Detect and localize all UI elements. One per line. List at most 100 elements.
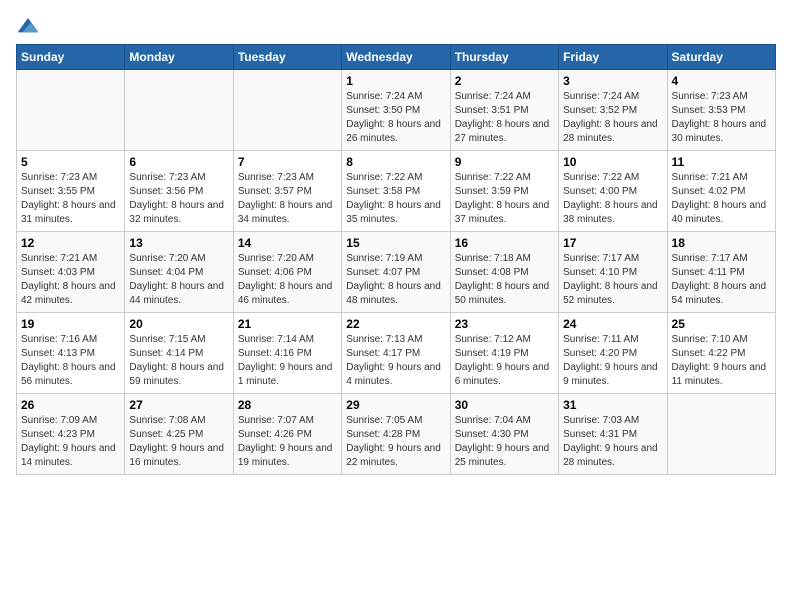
day-info: Sunrise: 7:23 AM Sunset: 3:56 PM Dayligh… — [129, 171, 228, 227]
logo — [16, 16, 44, 36]
day-number: 6 — [129, 155, 228, 169]
day-info: Sunrise: 7:22 AM Sunset: 3:58 PM Dayligh… — [346, 171, 445, 227]
calendar-cell — [17, 70, 125, 151]
day-info: Sunrise: 7:23 AM Sunset: 3:53 PM Dayligh… — [672, 90, 771, 146]
calendar-cell: 23 Sunrise: 7:12 AM Sunset: 4:19 PM Dayli… — [450, 313, 558, 394]
calendar-cell: 26 Sunrise: 7:09 AM Sunset: 4:23 PM Dayli… — [17, 394, 125, 475]
day-info: Sunrise: 7:10 AM Sunset: 4:22 PM Dayligh… — [672, 333, 771, 389]
calendar-cell: 4 Sunrise: 7:23 AM Sunset: 3:53 PM Daylig… — [667, 70, 775, 151]
day-info: Sunrise: 7:07 AM Sunset: 4:26 PM Dayligh… — [238, 414, 337, 470]
day-number: 10 — [563, 155, 662, 169]
day-number: 7 — [238, 155, 337, 169]
calendar-cell: 20 Sunrise: 7:15 AM Sunset: 4:14 PM Dayli… — [125, 313, 233, 394]
weekday-header-sunday: Sunday — [17, 45, 125, 70]
day-number: 31 — [563, 398, 662, 412]
calendar-cell — [233, 70, 341, 151]
calendar-cell: 14Sunrise: 7:20 AM Sunset: 4:06 PM Dayli… — [233, 232, 341, 313]
day-number: 2 — [455, 74, 554, 88]
calendar-cell: 22 Sunrise: 7:13 AM Sunset: 4:17 PM Dayli… — [342, 313, 450, 394]
day-number: 5 — [21, 155, 120, 169]
calendar-cell: 10 Sunrise: 7:22 AM Sunset: 4:00 PM Dayli… — [559, 151, 667, 232]
weekday-header-monday: Monday — [125, 45, 233, 70]
day-number: 28 — [238, 398, 337, 412]
calendar-cell: 11 Sunrise: 7:21 AM Sunset: 4:02 PM Dayli… — [667, 151, 775, 232]
calendar-cell: 1 Sunrise: 7:24 AM Sunset: 3:50 PM Daylig… — [342, 70, 450, 151]
day-number: 15 — [346, 236, 445, 250]
weekday-header-wednesday: Wednesday — [342, 45, 450, 70]
calendar-cell: 19 Sunrise: 7:16 AM Sunset: 4:13 PM Dayli… — [17, 313, 125, 394]
calendar-cell: 12 Sunrise: 7:21 AM Sunset: 4:03 PM Dayli… — [17, 232, 125, 313]
day-number: 24 — [563, 317, 662, 331]
day-info: Sunrise: 7:23 AM Sunset: 3:57 PM Dayligh… — [238, 171, 337, 227]
day-number: 30 — [455, 398, 554, 412]
day-number: 12 — [21, 236, 120, 250]
day-info: Sunrise: 7:11 AM Sunset: 4:20 PM Dayligh… — [563, 333, 662, 389]
calendar-cell — [125, 70, 233, 151]
day-info: Sunrise: 7:18 AM Sunset: 4:08 PM Dayligh… — [455, 252, 554, 308]
header — [16, 16, 776, 36]
day-info: Sunrise: 7:23 AM Sunset: 3:55 PM Dayligh… — [21, 171, 120, 227]
day-number: 4 — [672, 74, 771, 88]
day-number: 16 — [455, 236, 554, 250]
calendar-cell: 5 Sunrise: 7:23 AM Sunset: 3:55 PM Daylig… — [17, 151, 125, 232]
day-number: 22 — [346, 317, 445, 331]
day-number: 18 — [672, 236, 771, 250]
day-info: Sunrise: 7:24 AM Sunset: 3:51 PM Dayligh… — [455, 90, 554, 146]
calendar-week-row: 1 Sunrise: 7:24 AM Sunset: 3:50 PM Daylig… — [17, 70, 776, 151]
day-info: Sunrise: 7:24 AM Sunset: 3:50 PM Dayligh… — [346, 90, 445, 146]
calendar-table: SundayMondayTuesdayWednesdayThursdayFrid… — [16, 44, 776, 475]
day-info: Sunrise: 7:12 AM Sunset: 4:19 PM Dayligh… — [455, 333, 554, 389]
day-info: Sunrise: 7:05 AM Sunset: 4:28 PM Dayligh… — [346, 414, 445, 470]
weekday-header-thursday: Thursday — [450, 45, 558, 70]
day-number: 11 — [672, 155, 771, 169]
weekday-header-row: SundayMondayTuesdayWednesdayThursdayFrid… — [17, 45, 776, 70]
calendar-cell: 13Sunrise: 7:20 AM Sunset: 4:04 PM Dayli… — [125, 232, 233, 313]
day-number: 21 — [238, 317, 337, 331]
weekday-header-tuesday: Tuesday — [233, 45, 341, 70]
day-number: 9 — [455, 155, 554, 169]
calendar-cell: 15 Sunrise: 7:19 AM Sunset: 4:07 PM Dayli… — [342, 232, 450, 313]
calendar-week-row: 26 Sunrise: 7:09 AM Sunset: 4:23 PM Dayli… — [17, 394, 776, 475]
day-info: Sunrise: 7:09 AM Sunset: 4:23 PM Dayligh… — [21, 414, 120, 470]
day-number: 26 — [21, 398, 120, 412]
day-info: Sunrise: 7:14 AM Sunset: 4:16 PM Dayligh… — [238, 333, 337, 389]
day-info: Sunrise: 7:24 AM Sunset: 3:52 PM Dayligh… — [563, 90, 662, 146]
calendar-cell: 9 Sunrise: 7:22 AM Sunset: 3:59 PM Daylig… — [450, 151, 558, 232]
calendar-week-row: 12 Sunrise: 7:21 AM Sunset: 4:03 PM Dayli… — [17, 232, 776, 313]
calendar-cell: 17Sunrise: 7:17 AM Sunset: 4:10 PM Dayli… — [559, 232, 667, 313]
day-number: 13 — [129, 236, 228, 250]
day-number: 25 — [672, 317, 771, 331]
day-info: Sunrise: 7:17 AM Sunset: 4:11 PM Dayligh… — [672, 252, 771, 308]
calendar-cell: 7 Sunrise: 7:23 AM Sunset: 3:57 PM Daylig… — [233, 151, 341, 232]
day-number: 23 — [455, 317, 554, 331]
day-info: Sunrise: 7:22 AM Sunset: 4:00 PM Dayligh… — [563, 171, 662, 227]
calendar-cell: 25 Sunrise: 7:10 AM Sunset: 4:22 PM Dayli… — [667, 313, 775, 394]
calendar-cell: 8 Sunrise: 7:22 AM Sunset: 3:58 PM Daylig… — [342, 151, 450, 232]
day-info: Sunrise: 7:08 AM Sunset: 4:25 PM Dayligh… — [129, 414, 228, 470]
day-info: Sunrise: 7:13 AM Sunset: 4:17 PM Dayligh… — [346, 333, 445, 389]
calendar-cell: 24 Sunrise: 7:11 AM Sunset: 4:20 PM Dayli… — [559, 313, 667, 394]
day-info: Sunrise: 7:15 AM Sunset: 4:14 PM Dayligh… — [129, 333, 228, 389]
day-number: 29 — [346, 398, 445, 412]
day-info: Sunrise: 7:16 AM Sunset: 4:13 PM Dayligh… — [21, 333, 120, 389]
day-info: Sunrise: 7:03 AM Sunset: 4:31 PM Dayligh… — [563, 414, 662, 470]
calendar-cell: 27Sunrise: 7:08 AM Sunset: 4:25 PM Dayli… — [125, 394, 233, 475]
calendar-cell: 16 Sunrise: 7:18 AM Sunset: 4:08 PM Dayli… — [450, 232, 558, 313]
calendar-week-row: 5 Sunrise: 7:23 AM Sunset: 3:55 PM Daylig… — [17, 151, 776, 232]
day-info: Sunrise: 7:21 AM Sunset: 4:02 PM Dayligh… — [672, 171, 771, 227]
day-info: Sunrise: 7:19 AM Sunset: 4:07 PM Dayligh… — [346, 252, 445, 308]
day-number: 19 — [21, 317, 120, 331]
day-number: 3 — [563, 74, 662, 88]
day-info: Sunrise: 7:21 AM Sunset: 4:03 PM Dayligh… — [21, 252, 120, 308]
calendar-cell: 6 Sunrise: 7:23 AM Sunset: 3:56 PM Daylig… — [125, 151, 233, 232]
logo-icon — [16, 16, 40, 36]
weekday-header-friday: Friday — [559, 45, 667, 70]
calendar-cell: 30 Sunrise: 7:04 AM Sunset: 4:30 PM Dayli… — [450, 394, 558, 475]
day-number: 1 — [346, 74, 445, 88]
day-number: 8 — [346, 155, 445, 169]
day-info: Sunrise: 7:17 AM Sunset: 4:10 PM Dayligh… — [563, 252, 662, 308]
day-info: Sunrise: 7:04 AM Sunset: 4:30 PM Dayligh… — [455, 414, 554, 470]
day-info: Sunrise: 7:22 AM Sunset: 3:59 PM Dayligh… — [455, 171, 554, 227]
calendar-cell: 2 Sunrise: 7:24 AM Sunset: 3:51 PM Daylig… — [450, 70, 558, 151]
day-number: 20 — [129, 317, 228, 331]
